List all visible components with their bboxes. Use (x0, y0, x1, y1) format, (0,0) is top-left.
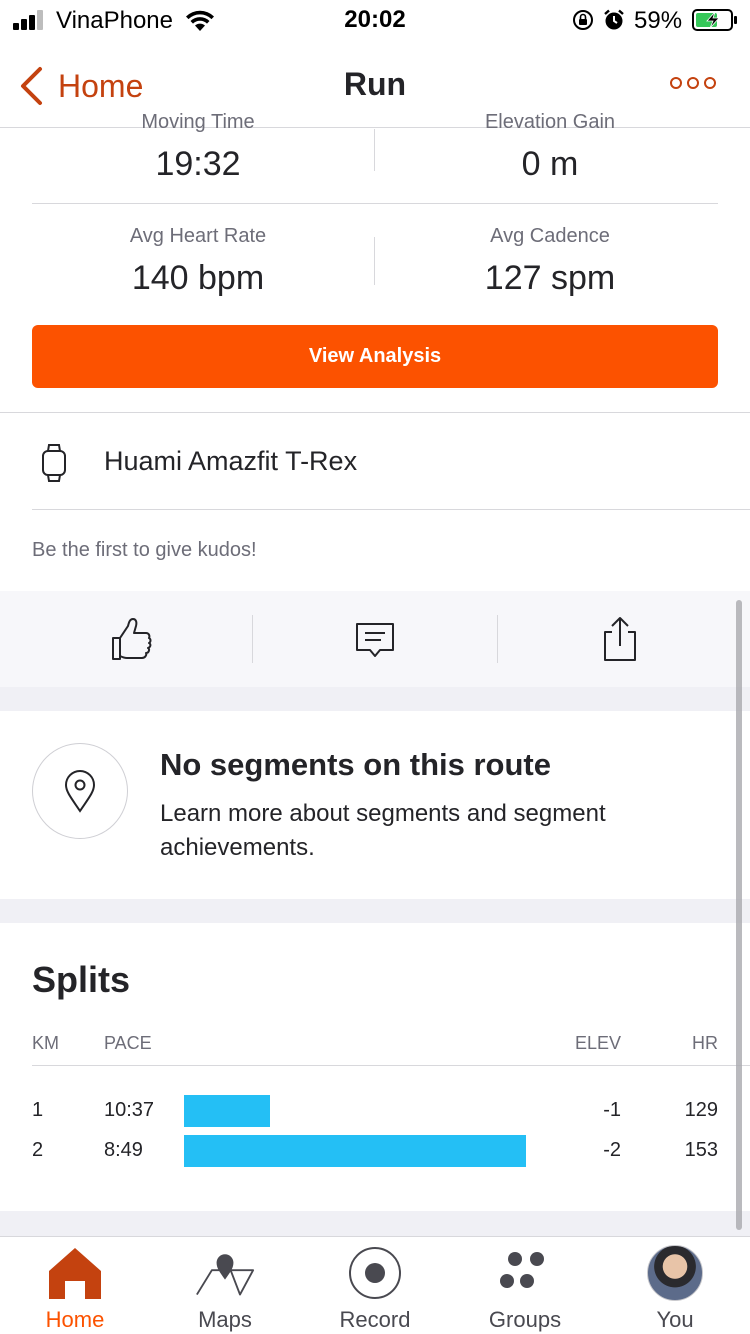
map-pin-icon (196, 1254, 255, 1296)
device-name: Huami Amazfit T-Rex (104, 446, 358, 476)
more-options-button[interactable] (670, 74, 716, 92)
splits-header-hr: HR (692, 1033, 718, 1053)
tab-record-label: Record (339, 1307, 411, 1332)
tab-home[interactable]: Home (0, 1237, 150, 1334)
split-pace-bar (184, 1135, 526, 1167)
splits-header-pace: PACE (104, 1033, 152, 1053)
elevation-gain-value: 0 m (521, 145, 579, 183)
section-gap (0, 899, 750, 923)
avg-cadence-value: 127 spm (484, 259, 616, 297)
avg-heart-rate-value: 140 bpm (131, 259, 265, 297)
map-pin-icon (64, 770, 96, 813)
split-hr: 129 (684, 1099, 718, 1121)
page-title: Run (343, 66, 407, 102)
stat-divider (374, 129, 375, 171)
kudos-prompt: Be the first to give kudos! (32, 539, 257, 561)
table-row: 2 8:49 -2 153 (0, 1135, 750, 1167)
tab-record[interactable]: Record (300, 1237, 450, 1334)
home-icon (49, 1248, 101, 1299)
segment-pin-badge (32, 743, 128, 839)
dot-icon (670, 77, 682, 89)
tab-groups-label: Groups (488, 1307, 562, 1332)
segments-section[interactable]: No segments on this route Learn more abo… (0, 711, 750, 899)
battery-percent: 59% (634, 7, 683, 34)
status-bar: VinaPhone 20:02 59% (0, 0, 750, 42)
watch-icon (42, 444, 66, 482)
splits-title: Splits (32, 959, 131, 1000)
thumbs-up-icon (112, 618, 152, 660)
split-hr: 153 (684, 1139, 718, 1161)
split-km: 2 (32, 1139, 44, 1161)
moving-time-label: Moving Time (141, 111, 255, 133)
moving-time-value: 19:32 (155, 145, 241, 183)
tab-you-label: You (656, 1307, 694, 1332)
split-pace: 10:37 (104, 1099, 155, 1121)
split-pace: 8:49 (104, 1139, 143, 1161)
split-elev: -1 (603, 1099, 621, 1121)
tab-maps[interactable]: Maps (150, 1237, 300, 1334)
stat-divider (374, 237, 375, 285)
scroll-indicator[interactable] (736, 600, 742, 1230)
segments-description[interactable]: Learn more about segments and segment ac… (160, 797, 700, 865)
tab-maps-label: Maps (198, 1307, 252, 1332)
rotation-lock-icon (573, 10, 593, 30)
split-elev: -2 (603, 1139, 621, 1161)
split-pace-bar (184, 1095, 270, 1127)
avg-heart-rate-label: Avg Heart Rate (129, 225, 267, 247)
battery-charging-icon (692, 9, 737, 31)
avatar (647, 1245, 703, 1301)
splits-header-divider (32, 1065, 750, 1066)
social-action-bar (0, 591, 750, 687)
comment-button[interactable] (252, 591, 498, 687)
record-icon (349, 1247, 401, 1299)
view-analysis-button[interactable]: View Analysis (32, 325, 718, 388)
elevation-gain-label: Elevation Gain (484, 111, 616, 133)
split-km: 1 (32, 1099, 44, 1121)
tab-groups[interactable]: Groups (450, 1237, 600, 1334)
section-gap (0, 1211, 750, 1236)
kudos-button[interactable] (8, 591, 254, 687)
splits-header-elev: ELEV (574, 1033, 621, 1053)
segments-title: No segments on this route (160, 747, 551, 782)
device-divider (32, 509, 750, 510)
groups-icon (500, 1252, 544, 1288)
comment-icon (356, 623, 394, 657)
device-row: Huami Amazfit T-Rex (0, 412, 750, 510)
dot-icon (687, 77, 699, 89)
tab-bar: Home Maps Record Groups You (0, 1236, 750, 1334)
splits-header-km: KM (32, 1033, 59, 1053)
section-gap (0, 687, 750, 711)
share-button[interactable] (497, 591, 743, 687)
stats-row-divider (32, 203, 718, 204)
table-row: 1 10:37 -1 129 (0, 1095, 750, 1127)
dot-icon (704, 77, 716, 89)
alarm-icon (604, 9, 624, 30)
tab-you[interactable]: You (600, 1237, 750, 1334)
splits-section: Splits KM PACE ELEV HR 1 10:37 -1 129 2 8:49 -… (0, 923, 750, 1211)
share-icon (604, 617, 636, 661)
avg-cadence-label: Avg Cadence (490, 225, 610, 247)
tab-home-label: Home (45, 1307, 105, 1332)
